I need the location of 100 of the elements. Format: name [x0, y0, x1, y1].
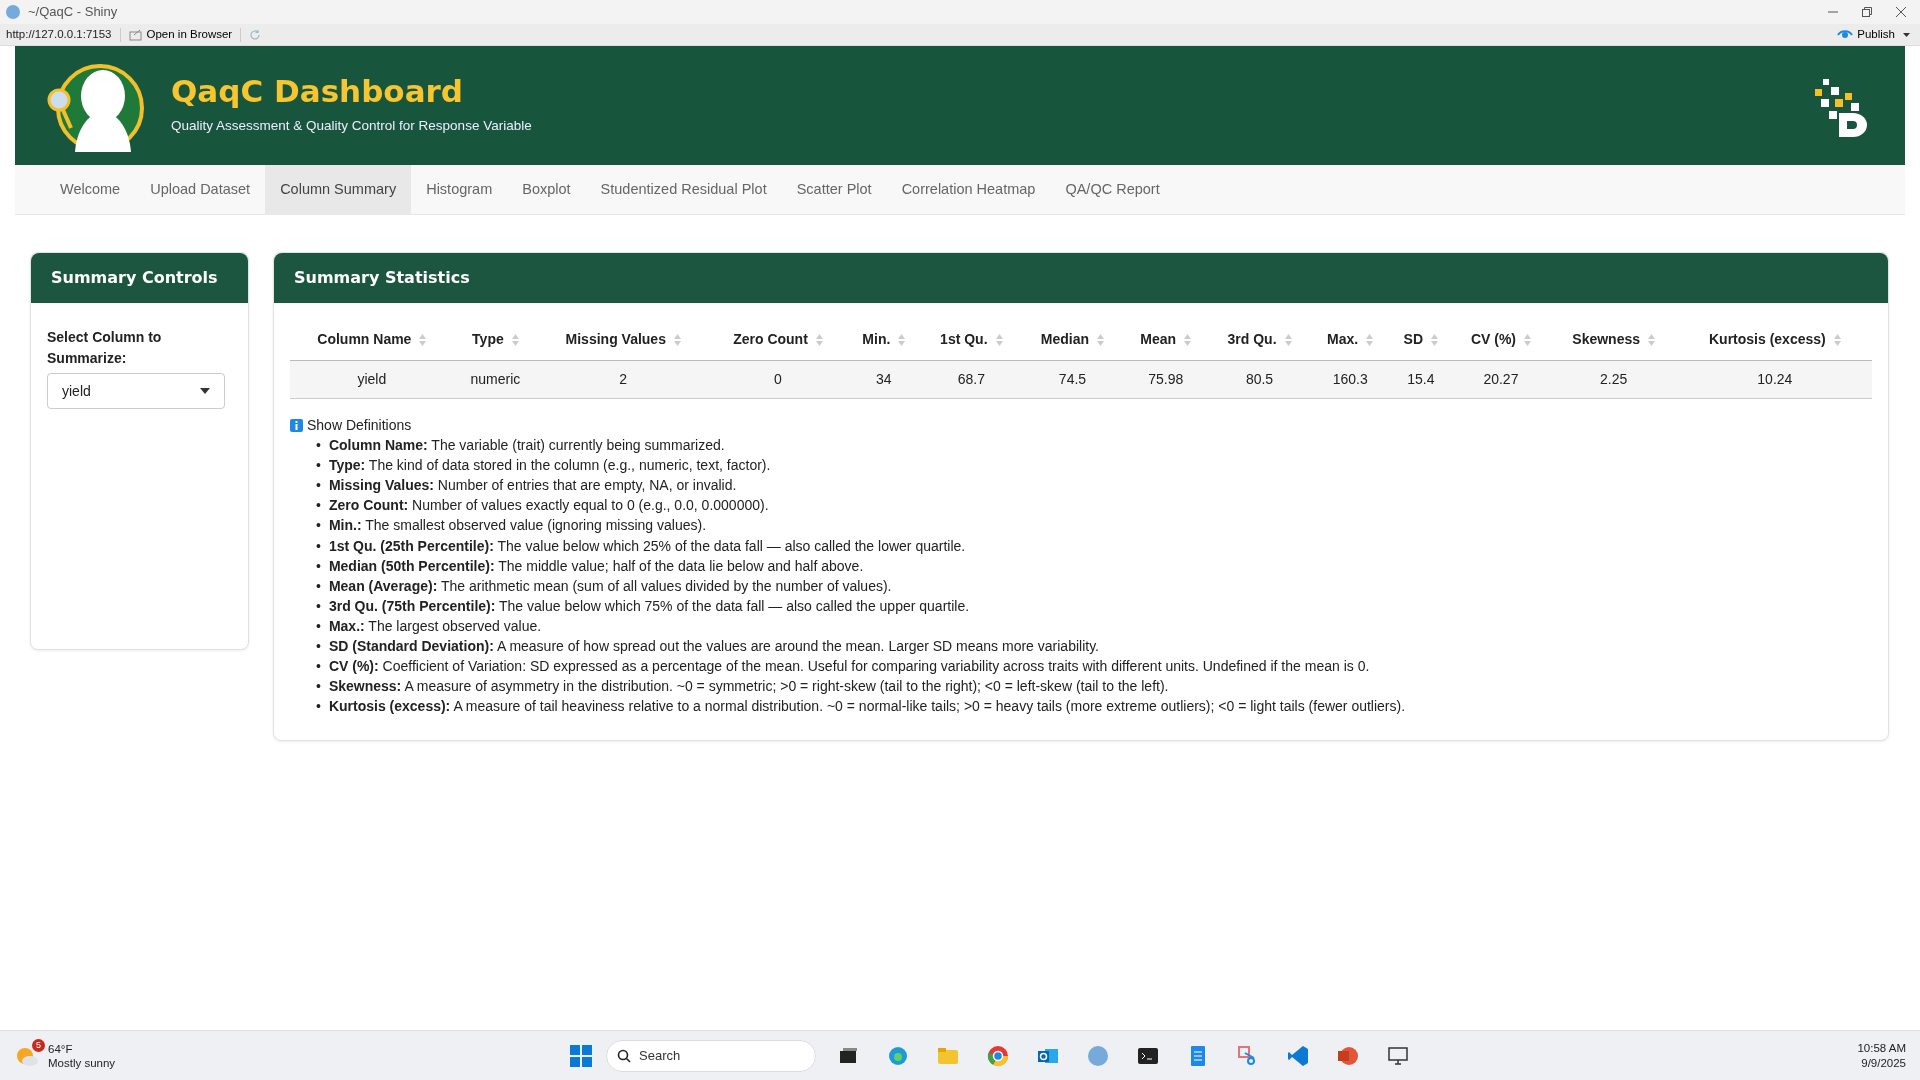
field-label: Select Column to Summarize: — [47, 328, 163, 368]
column-header[interactable]: Max. — [1310, 319, 1390, 361]
window-title: ~/QaqC - Shiny — [28, 3, 118, 22]
nav-tab[interactable]: Correlation Heatmap — [886, 165, 1051, 215]
table-cell: 80.5 — [1208, 360, 1311, 399]
table-cell: 0 — [709, 360, 847, 399]
publish-icon — [1837, 28, 1854, 41]
table-cell: 15.4 — [1389, 360, 1453, 399]
column-header[interactable]: Zero Count — [709, 319, 847, 361]
clock-date: 9/9/2025 — [1860, 1055, 1906, 1071]
nav-tab[interactable]: QA/QC Report — [1050, 165, 1175, 215]
restore-icon[interactable] — [1862, 7, 1872, 17]
bullet: • — [316, 616, 321, 636]
browser-window-icon — [128, 28, 143, 41]
definition-item: Mean (Average): The arithmetic mean (sum of all values divided by the number of values). — [328, 576, 892, 596]
panel-title: Summary Statistics — [274, 253, 1888, 303]
code-editor-icon[interactable] — [1287, 1044, 1309, 1067]
open-in-browser-button[interactable]: Open in Browser — [128, 25, 233, 44]
nav-tab[interactable]: Welcome — [45, 165, 136, 215]
column-header[interactable]: Skewness — [1549, 319, 1678, 361]
column-header[interactable]: 3rd Qu. — [1208, 319, 1311, 361]
nav-tab[interactable]: Column Summary — [265, 165, 412, 215]
sort-icon — [511, 334, 519, 347]
start-icon[interactable] — [570, 1044, 592, 1067]
nav-tab[interactable]: Scatter Plot — [781, 165, 887, 215]
bullet: • — [316, 496, 321, 516]
column-header[interactable]: Mean — [1123, 319, 1209, 361]
close-icon[interactable] — [1896, 7, 1906, 17]
browser-icon[interactable] — [987, 1044, 1009, 1067]
table-cell: 75.98 — [1123, 360, 1209, 399]
definition-item: SD (Standard Deviation): A measure of how spread out the values are around the mean. Larger SD means more variability. — [328, 637, 1099, 657]
bullet: • — [316, 677, 321, 697]
definition-item: 3rd Qu. (75th Percentile): The value below which 75% of the data fall — also called the upper quartile. — [328, 596, 970, 616]
table-cell: 2.25 — [1549, 360, 1678, 399]
column-header[interactable]: Min. — [846, 319, 921, 361]
nav-tab[interactable]: Upload Dataset — [135, 165, 266, 215]
sort-icon — [1097, 334, 1105, 347]
caret-icon[interactable] — [1903, 32, 1910, 37]
monitor-icon[interactable] — [1387, 1044, 1409, 1067]
bullet: • — [316, 637, 321, 657]
sort-icon — [898, 334, 906, 347]
search-icon — [617, 1048, 631, 1063]
column-header[interactable]: Column Name — [290, 319, 454, 361]
column-header[interactable]: Median — [1021, 319, 1124, 361]
app-title: QaqC Dashboard — [171, 74, 465, 109]
definition-item: Min.: The smallest observed value (ignoring missing values). — [328, 516, 707, 536]
sort-icon — [1284, 334, 1292, 347]
column-select[interactable]: yield — [47, 373, 225, 409]
definition-item: Missing Values: Number of entries that are empty, NA, or invalid. — [328, 476, 737, 496]
column-header[interactable]: 1st Qu. — [921, 319, 1022, 361]
app-subtitle: Quality Assessment & Quality Control for Response Variable — [171, 117, 532, 136]
sort-icon — [1833, 334, 1841, 347]
definition-item: Kurtosis (excess): A measure of tail heaviness relative to a normal distribution. ~0 = normal-like tails; >0 = heavy tails (more extreme outliers); <0 = light tails (fewer outliers). — [328, 697, 1406, 717]
bullet: • — [316, 596, 321, 616]
table-cell: 20.27 — [1452, 360, 1550, 399]
sort-icon — [419, 334, 427, 347]
sort-icon — [673, 334, 681, 347]
sort-icon — [1366, 334, 1374, 347]
table-cell: 34 — [846, 360, 921, 399]
bullet: • — [316, 536, 321, 556]
bullet: • — [316, 436, 321, 456]
column-header[interactable]: CV (%) — [1452, 319, 1550, 361]
panel-title: Summary Controls — [31, 253, 248, 303]
slides-icon[interactable] — [1337, 1044, 1359, 1067]
definition-item: 1st Qu. (25th Percentile): The value below which 25% of the data fall — also called the lower quartile. — [328, 536, 966, 556]
table-cell: 160.3 — [1310, 360, 1390, 399]
weather-text: Mostly sunny — [48, 1055, 116, 1070]
clock-time: 10:58 AM — [1857, 1040, 1906, 1056]
bullet: • — [316, 657, 321, 677]
definition-item: CV (%): Coefficient of Variation: SD expressed as a percentage of the mean. Useful for comparing variability across traits with different units. Undefined if the mean is 0. — [328, 657, 1370, 677]
nav-tab[interactable]: Boxplot — [507, 165, 586, 215]
browser-icon[interactable] — [887, 1044, 909, 1067]
bullet: • — [316, 516, 321, 536]
definition-item: Column Name: The variable (trait) currently being summarized. — [328, 436, 725, 456]
caret-icon — [200, 388, 210, 394]
table-cell: yield — [290, 360, 454, 399]
sort-icon — [1431, 334, 1439, 347]
sort-icon — [1648, 334, 1656, 347]
table-cell: 10.24 — [1677, 360, 1872, 399]
table-cell: 68.7 — [921, 360, 1022, 399]
definition-item: Zero Count: Number of values exactly equal to 0 (e.g., 0.0, 0.000000). — [328, 496, 769, 516]
table-cell: 2 — [537, 360, 710, 399]
sort-icon — [1524, 334, 1531, 347]
definition-item: Max.: The largest observed value. — [328, 616, 542, 636]
column-header[interactable]: Missing Values — [537, 319, 710, 361]
column-header[interactable]: Kurtosis (excess) — [1677, 319, 1872, 361]
definition-item: Type: The kind of data stored in the column (e.g., numeric, text, factor). — [328, 456, 771, 476]
search-field[interactable]: Search — [606, 1039, 816, 1072]
sort-icon — [1184, 334, 1192, 347]
bullet: • — [316, 697, 321, 717]
column-header[interactable]: Type — [453, 319, 538, 361]
bullet: • — [316, 576, 321, 596]
column-header[interactable]: SD — [1389, 319, 1453, 361]
nav-tab[interactable]: Histogram — [411, 165, 508, 215]
nav-tab[interactable]: Studentized Residual Plot — [585, 165, 782, 215]
publish-button[interactable]: Publish — [1837, 25, 1895, 44]
show-definitions-toggle[interactable]: Show Definitions — [307, 415, 412, 436]
bullet: • — [316, 456, 321, 476]
notification-badge: 5 — [32, 1039, 45, 1052]
sort-icon — [995, 334, 1003, 347]
